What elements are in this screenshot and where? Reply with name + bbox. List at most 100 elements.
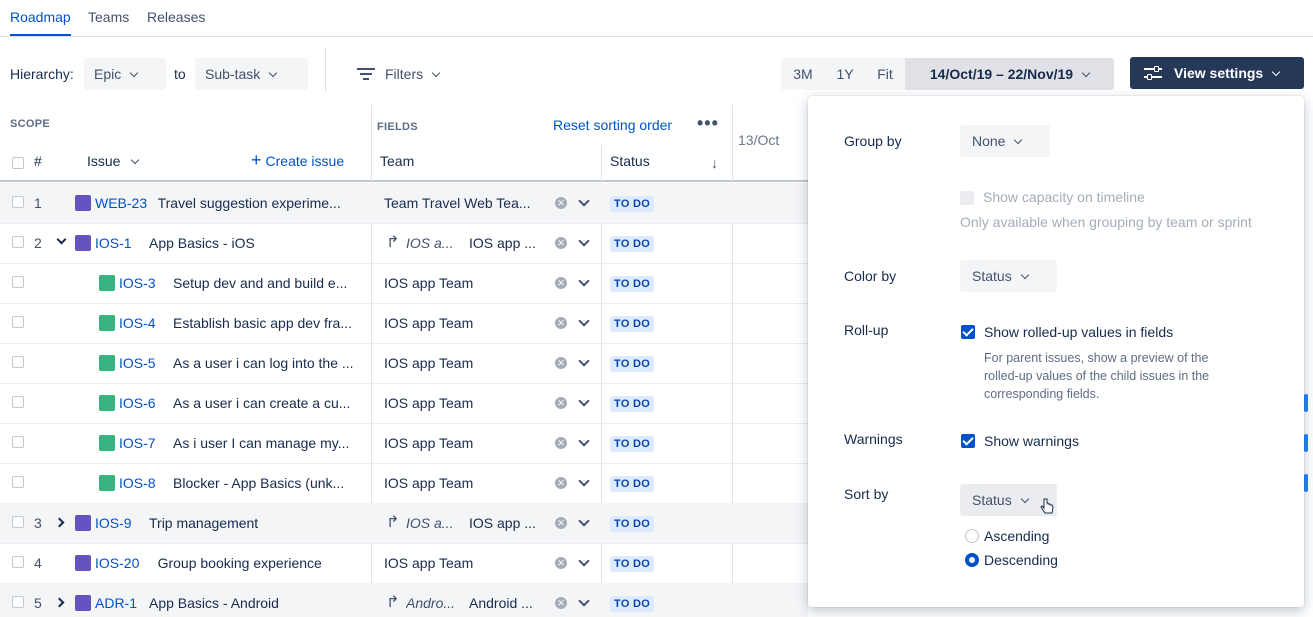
issue-key-link[interactable]: IOS-9 <box>95 503 132 543</box>
table-row[interactable]: IOS-4 Establish basic app dev fra... IOS a… <box>0 303 808 343</box>
clear-icon[interactable]: ✕ <box>555 277 567 289</box>
table-row[interactable]: IOS-6 As a user i can create a cu... IOS a… <box>0 383 808 423</box>
row-checkbox[interactable] <box>12 356 24 368</box>
chevron-down-icon[interactable] <box>578 435 590 447</box>
issue-summary[interactable]: As i user I can manage my... <box>173 423 349 463</box>
issue-summary[interactable]: Travel suggestion experime... <box>158 183 341 223</box>
hierarchy-from-select[interactable]: Epic <box>84 58 166 90</box>
table-row[interactable]: 3 IOS-9 Trip management ↱ IOS a... IOS app ..… <box>0 503 808 543</box>
chevron-down-icon[interactable] <box>578 315 590 327</box>
team-value[interactable]: IOS app Team <box>384 383 473 423</box>
chevron-down-icon[interactable] <box>578 195 590 207</box>
status-badge[interactable]: TO DO <box>610 316 655 332</box>
issue-summary[interactable]: As a user i can log into the ... <box>173 343 354 383</box>
row-checkbox[interactable] <box>12 556 24 568</box>
table-row[interactable]: IOS-8 Blocker - App Basics (unk... IOS app… <box>0 463 808 503</box>
expand-chevron-icon[interactable] <box>54 517 65 528</box>
issue-key-link[interactable]: WEB-23 <box>95 183 147 223</box>
chevron-down-icon[interactable] <box>578 395 590 407</box>
row-checkbox[interactable] <box>12 276 24 288</box>
issue-key-link[interactable]: IOS-7 <box>119 423 156 463</box>
chevron-down-icon[interactable] <box>578 355 590 367</box>
team-value[interactable]: Android ... <box>469 583 533 617</box>
range-1y-button[interactable]: 1Y <box>827 58 863 90</box>
status-badge[interactable]: TO DO <box>610 516 655 532</box>
status-badge[interactable]: TO DO <box>610 436 655 452</box>
row-checkbox[interactable] <box>12 436 24 448</box>
filters-button[interactable]: Filters <box>357 58 441 90</box>
team-value[interactable]: IOS app Team <box>384 343 473 383</box>
team-value[interactable]: IOS app Team <box>384 463 473 503</box>
row-checkbox[interactable] <box>12 516 24 528</box>
team-value[interactable]: IOS app Team <box>384 543 473 583</box>
row-checkbox[interactable] <box>12 236 24 248</box>
show-warnings-checkbox[interactable] <box>961 434 975 448</box>
issue-summary[interactable]: Trip management <box>149 503 258 543</box>
team-value[interactable]: IOS app ... <box>469 503 536 543</box>
team-value[interactable]: IOS app Team <box>384 423 473 463</box>
timeline-bar[interactable] <box>1304 434 1308 452</box>
tab-roadmap[interactable]: Roadmap <box>10 0 71 36</box>
chevron-down-icon[interactable] <box>578 475 590 487</box>
table-row[interactable]: 2 IOS-1 App Basics - iOS ↱ IOS a... IOS app .… <box>0 223 808 263</box>
hierarchy-to-select[interactable]: Sub-task <box>195 58 308 90</box>
tab-releases[interactable]: Releases <box>147 0 205 36</box>
clear-icon[interactable]: ✕ <box>555 477 567 489</box>
status-badge[interactable]: TO DO <box>610 196 655 212</box>
range-3m-button[interactable]: 3M <box>783 58 823 90</box>
date-range-select[interactable]: 14/Oct/19 – 22/Nov/19 <box>905 58 1114 90</box>
issue-key-link[interactable]: IOS-3 <box>119 263 156 303</box>
show-rollup-checkbox[interactable] <box>961 325 975 339</box>
issue-key-link[interactable]: IOS-20 <box>95 543 139 583</box>
status-badge[interactable]: TO DO <box>610 556 655 572</box>
chevron-down-icon[interactable] <box>578 515 590 527</box>
clear-icon[interactable]: ✕ <box>555 357 567 369</box>
table-row[interactable]: 1 WEB-23 Travel suggestion experime... Team… <box>0 183 808 223</box>
issue-summary[interactable]: As a user i can create a cu... <box>173 383 350 423</box>
status-badge[interactable]: TO DO <box>610 276 655 292</box>
issue-summary[interactable]: App Basics - iOS <box>149 223 255 263</box>
issue-key-link[interactable]: IOS-8 <box>119 463 156 503</box>
issue-column-header[interactable]: Issue <box>87 153 140 169</box>
status-badge[interactable]: TO DO <box>610 596 655 612</box>
row-checkbox[interactable] <box>12 316 24 328</box>
issue-summary[interactable]: Setup dev and and build e... <box>173 263 347 303</box>
timeline-bar[interactable] <box>1304 474 1308 492</box>
clear-icon[interactable]: ✕ <box>555 197 567 209</box>
more-icon[interactable]: ••• <box>697 114 719 132</box>
issue-key-link[interactable]: IOS-1 <box>95 223 132 263</box>
status-badge[interactable]: TO DO <box>610 236 655 252</box>
issue-summary[interactable]: Blocker - App Basics (unk... <box>173 463 344 503</box>
team-value[interactable]: IOS app Team <box>384 263 473 303</box>
status-badge[interactable]: TO DO <box>610 396 655 412</box>
clear-icon[interactable]: ✕ <box>555 517 567 529</box>
status-column-header[interactable]: Status <box>610 153 650 169</box>
descending-radio[interactable] <box>965 553 979 567</box>
color-by-select[interactable]: Status <box>960 260 1057 292</box>
clear-icon[interactable]: ✕ <box>555 597 567 609</box>
row-checkbox[interactable] <box>12 596 24 608</box>
view-settings-button[interactable]: View settings <box>1130 57 1304 89</box>
issue-key-link[interactable]: IOS-4 <box>119 303 156 343</box>
show-capacity-checkbox[interactable] <box>960 191 974 205</box>
chevron-down-icon[interactable] <box>578 555 590 567</box>
create-issue-button[interactable]: + Create issue <box>251 151 344 169</box>
clear-icon[interactable]: ✕ <box>555 237 567 249</box>
timeline-bar[interactable] <box>1304 394 1308 412</box>
table-row[interactable]: IOS-7 As i user I can manage my... IOS app… <box>0 423 808 463</box>
table-row[interactable]: 4 IOS-20 Group booking experience IOS app T… <box>0 543 808 583</box>
reset-sorting-link[interactable]: Reset sorting order <box>553 117 672 133</box>
chevron-down-icon[interactable] <box>578 235 590 247</box>
status-badge[interactable]: TO DO <box>610 356 655 372</box>
status-badge[interactable]: TO DO <box>610 476 655 492</box>
issue-key-link[interactable]: IOS-5 <box>119 343 156 383</box>
group-by-select[interactable]: None <box>960 125 1050 157</box>
issue-summary[interactable]: Group booking experience <box>158 543 322 583</box>
clear-icon[interactable]: ✕ <box>555 397 567 409</box>
clear-icon[interactable]: ✕ <box>555 317 567 329</box>
team-column-header[interactable]: Team <box>380 153 414 169</box>
team-value[interactable]: IOS app ... <box>469 223 536 263</box>
clear-icon[interactable]: ✕ <box>555 437 567 449</box>
select-all-checkbox[interactable] <box>12 157 24 169</box>
ascending-radio[interactable] <box>965 529 979 543</box>
